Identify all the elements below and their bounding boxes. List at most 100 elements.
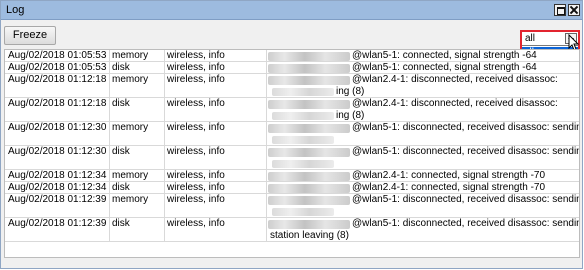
log-message-text: @wlan5-1: disconnected, received disasso… — [352, 218, 580, 229]
log-message-cell: @wlan2.4-1: connected, signal strength -… — [268, 170, 579, 181]
redacted-mac-address — [268, 172, 350, 181]
redacted-text — [272, 136, 334, 144]
log-time-cell: Aug/02/2018 01:12:39 — [7, 218, 110, 241]
log-buffer-cell-text: disk — [112, 218, 130, 229]
log-time-cell-text: Aug/02/2018 01:05:53 — [8, 62, 107, 73]
log-buffer-cell-text: disk — [112, 98, 130, 109]
log-message-line: @wlan5-1: disconnected, received disasso… — [268, 146, 580, 158]
log-topics-cell: wireless, info — [166, 170, 267, 181]
log-topics-cell-text: wireless, info — [167, 170, 225, 181]
log-time-cell-text: Aug/02/2018 01:12:34 — [8, 182, 107, 193]
log-topics-cell-text: wireless, info — [167, 122, 225, 133]
log-row[interactable]: Aug/02/2018 01:12:18 disk wireless, info @w… — [5, 98, 579, 122]
log-buffer-cell: disk — [111, 182, 165, 193]
log-row[interactable]: Aug/02/2018 01:12:18 memory wireless, info… — [5, 74, 579, 98]
log-buffer-cell: memory — [111, 74, 165, 97]
log-message-line: @wlan5-1: connected, signal strength -64 — [268, 50, 579, 62]
log-topics-cell-text: wireless, info — [167, 182, 225, 193]
log-time-cell-text: Aug/02/2018 01:12:34 — [8, 170, 107, 181]
log-time-cell: Aug/02/2018 01:05:53 — [7, 62, 110, 73]
redacted-mac-address — [268, 196, 350, 205]
log-time-cell: Aug/02/2018 01:12:34 — [7, 182, 110, 193]
log-message-line: ing (8) — [268, 86, 579, 98]
log-topics-cell: wireless, info — [166, 146, 267, 169]
log-message-text: @wlan5-1: connected, signal strength -64 — [352, 62, 537, 73]
log-topics-cell: wireless, info — [166, 194, 267, 217]
log-message-text: ing (8) — [336, 86, 365, 97]
log-row[interactable]: Aug/02/2018 01:12:39 memory wireless, info… — [5, 194, 580, 218]
log-topics-cell: wireless, info — [166, 182, 267, 193]
log-message-line: station leaving (8) — [268, 230, 579, 242]
log-message-cell: @wlan5-1: disconnected, received disasso… — [268, 218, 580, 242]
redacted-text — [272, 112, 334, 120]
freeze-button[interactable]: Freeze — [4, 26, 56, 45]
redacted-mac-address — [268, 124, 350, 133]
log-time-cell: Aug/02/2018 01:12:18 — [7, 74, 110, 97]
log-message-text: ing (8) — [336, 110, 365, 121]
log-row[interactable]: Aug/02/2018 01:05:53 memory wireless, info… — [5, 50, 579, 62]
log-buffer-cell: disk — [111, 98, 165, 121]
log-buffer-cell-text: memory — [112, 122, 149, 133]
log-message-text: @wlan2.4-1: disconnected, received disas… — [352, 98, 558, 109]
window-title: Log — [6, 4, 25, 16]
log-time-cell: Aug/02/2018 01:12:30 — [7, 146, 110, 169]
log-message-text: @wlan5-1: disconnected, received disasso… — [352, 194, 580, 205]
log-message-text: station leaving (8) — [270, 230, 349, 241]
log-row[interactable]: Aug/02/2018 01:12:39 disk wireless, info @w… — [5, 218, 580, 242]
log-time-cell: Aug/02/2018 01:12:18 — [7, 98, 110, 121]
log-buffer-cell: memory — [111, 122, 165, 145]
log-row[interactable]: Aug/02/2018 01:12:30 disk wireless, info @w… — [5, 146, 580, 170]
log-message-text: @wlan5-1: connected, signal strength -64 — [352, 50, 537, 61]
redacted-mac-address — [268, 100, 350, 109]
log-buffer-cell: disk — [111, 62, 165, 73]
log-buffer-cell: disk — [111, 218, 165, 241]
log-topics-cell: wireless, info — [166, 74, 267, 97]
redacted-mac-address — [268, 220, 350, 229]
log-table[interactable]: Aug/02/2018 01:05:53 memory wireless, info… — [4, 49, 580, 258]
log-time-cell-text: Aug/02/2018 01:12:39 — [8, 194, 107, 205]
redacted-text — [272, 208, 334, 216]
close-icon[interactable] — [568, 4, 580, 16]
log-buffer-cell-text: memory — [112, 74, 149, 85]
log-buffer-cell-text: disk — [112, 146, 130, 157]
log-topics-cell: wireless, info — [166, 122, 267, 145]
log-message-line: @wlan2.4-1: disconnected, received disas… — [268, 98, 579, 110]
log-buffer-cell: disk — [111, 146, 165, 169]
log-time-cell-text: Aug/02/2018 01:12:18 — [8, 74, 107, 85]
log-time-cell: Aug/02/2018 01:05:53 — [7, 50, 110, 61]
redacted-mac-address — [268, 184, 350, 193]
log-row[interactable]: Aug/02/2018 01:12:34 disk wireless, info @w… — [5, 182, 579, 194]
log-buffer-cell-text: memory — [112, 170, 149, 181]
log-message-line: @wlan5-1: disconnected, received disasso… — [268, 218, 580, 230]
log-buffer-cell: memory — [111, 194, 165, 217]
log-time-cell: Aug/02/2018 01:12:30 — [7, 122, 110, 145]
log-row[interactable]: Aug/02/2018 01:12:30 memory wireless, info… — [5, 122, 580, 146]
log-message-line: ing (8) — [268, 110, 579, 122]
log-message-cell: @wlan2.4-1: connected, signal strength -… — [268, 182, 579, 193]
log-message-text: @wlan5-1: disconnected, received disasso… — [352, 122, 580, 133]
log-window: Log Freeze all all disk memory Aug/02/20… — [0, 0, 583, 269]
log-topics-cell-text: wireless, info — [167, 98, 225, 109]
horizontal-scrollbar[interactable] — [4, 258, 580, 268]
log-topics-cell: wireless, info — [166, 50, 267, 61]
log-message-cell: @wlan5-1: disconnected, received disasso… — [268, 146, 580, 169]
redacted-mac-address — [268, 148, 350, 157]
redacted-mac-address — [268, 76, 350, 85]
log-message-cell: @wlan5-1: connected, signal strength -64 — [268, 50, 579, 62]
redacted-text — [272, 88, 334, 96]
log-buffer-cell-text: disk — [112, 62, 130, 73]
redacted-mac-address — [268, 52, 350, 61]
title-bar[interactable]: Log — [1, 1, 582, 20]
log-message-line: @wlan5-1: connected, signal strength -64 — [268, 62, 579, 74]
log-message-line — [268, 206, 579, 218]
redacted-mac-address — [268, 64, 350, 73]
log-row[interactable]: Aug/02/2018 01:05:53 disk wireless, info @w… — [5, 62, 579, 74]
log-time-cell-text: Aug/02/2018 01:12:18 — [8, 98, 107, 109]
log-row[interactable]: Aug/02/2018 01:12:34 memory wireless, info… — [5, 170, 579, 182]
log-time-cell-text: Aug/02/2018 01:12:39 — [8, 218, 107, 229]
log-time-cell-text: Aug/02/2018 01:12:30 — [8, 122, 107, 133]
log-message-text: @wlan5-1: disconnected, received disasso… — [352, 146, 580, 157]
maximize-icon[interactable] — [554, 4, 566, 16]
log-message-cell: @wlan2.4-1: disconnected, received disas… — [268, 74, 579, 98]
log-topics-cell: wireless, info — [166, 98, 267, 121]
